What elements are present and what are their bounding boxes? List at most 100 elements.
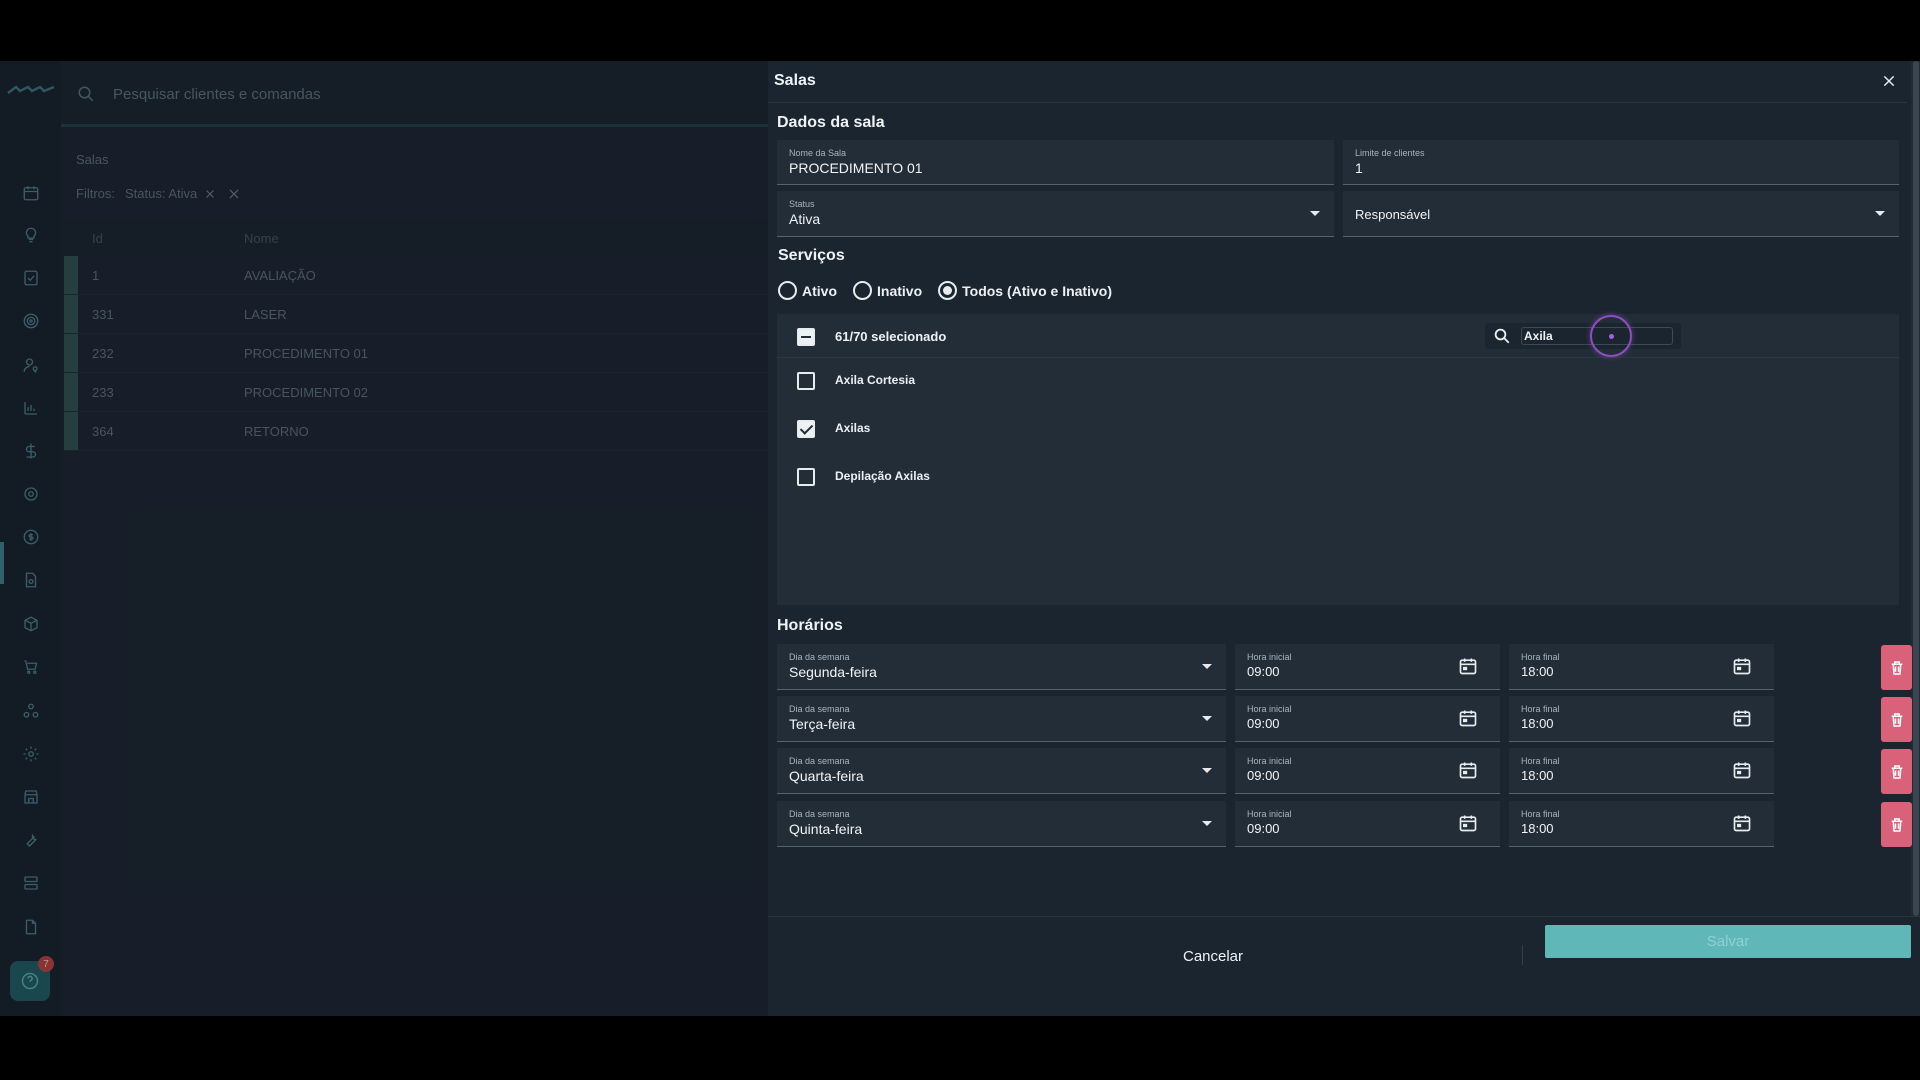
chevron-down-icon [1310,191,1320,236]
schedule-row: Dia da semana Quinta-feira Hora inicial … [777,801,1912,847]
service-item[interactable]: Axilas [777,408,1899,448]
weekday-value: Terça-feira [789,716,856,732]
radio-circle [853,281,872,300]
radio-label: Ativo [802,282,837,299]
radio-active[interactable]: Ativo [778,281,837,300]
weekday-label: Dia da semana [789,756,850,766]
client-limit-label: Limite de clientes [1355,148,1425,158]
delete-schedule-button[interactable] [1881,802,1912,847]
weekday-select[interactable]: Dia da semana Quinta-feira [777,801,1226,847]
calendar-icon[interactable] [1458,656,1478,676]
cancel-button[interactable]: Cancelar [1138,941,1288,971]
radio-inactive[interactable]: Inativo [853,281,922,300]
schedule-row: Dia da semana Terça-feira Hora inicial 0… [777,696,1912,742]
start-time-value: 09:00 [1247,821,1280,836]
select-all-checkbox[interactable] [797,328,815,346]
radio-all[interactable]: Todos (Ativo e Inativo) [938,281,1112,300]
weekday-value: Quinta-feira [789,821,863,837]
trash-icon [1891,660,1902,675]
service-checkbox-checked[interactable] [797,420,815,438]
footer-divider [1522,945,1523,965]
trash-icon [1891,712,1902,727]
chevron-down-icon [1202,696,1212,741]
status-select[interactable]: Status Ativa [777,191,1334,237]
service-checkbox[interactable] [797,372,815,390]
start-time-field[interactable]: Hora inicial 09:00 [1235,801,1500,847]
status-label: Status [789,199,815,209]
end-time-value: 18:00 [1521,821,1554,836]
radio-label: Todos (Ativo e Inativo) [962,282,1112,299]
chevron-down-icon [1202,748,1212,793]
schedule-row: Dia da semana Segunda-feira Hora inicial… [777,644,1912,690]
room-name-field[interactable]: Nome da Sala PROCEDIMENTO 01 [777,140,1334,185]
weekday-label: Dia da semana [789,704,850,714]
start-time-label: Hora inicial [1247,704,1292,714]
start-time-value: 09:00 [1247,768,1280,783]
weekday-select[interactable]: Dia da semana Quarta-feira [777,748,1226,794]
end-time-value: 18:00 [1521,664,1554,679]
start-time-field[interactable]: Hora inicial 09:00 [1235,748,1500,794]
services-list-header: 61/70 selecionado [777,314,1899,358]
section-services: Serviços [778,247,845,264]
dialog-title: Salas [774,72,816,89]
chevron-down-icon [1202,801,1212,846]
end-time-field[interactable]: Hora final 18:00 [1509,644,1774,690]
responsible-label: Responsável [1355,207,1431,222]
end-time-label: Hora final [1521,809,1560,819]
client-limit-field[interactable]: Limite de clientes 1 [1343,140,1899,185]
calendar-icon[interactable] [1458,708,1478,728]
service-checkbox[interactable] [797,468,815,486]
room-dialog: Salas Dados da sala Nome da Sala PROCEDI… [768,61,1920,1016]
service-item[interactable]: Axila Cortesia [777,360,1899,400]
section-schedules: Horários [777,617,843,634]
services-list: 61/70 selecionado Axila Cortesia Axilas … [777,314,1899,605]
search-icon [1493,327,1511,345]
service-name: Axilas [835,421,871,435]
responsible-select[interactable]: Responsável [1343,191,1899,237]
service-name: Depilação Axilas [835,469,930,483]
room-name-label: Nome da Sala [789,148,847,158]
dialog-header: Salas [768,61,1907,103]
service-item[interactable]: Depilação Axilas [777,456,1899,496]
calendar-icon[interactable] [1458,760,1478,780]
weekday-select[interactable]: Dia da semana Segunda-feira [777,644,1226,690]
start-time-value: 09:00 [1247,664,1280,679]
close-icon[interactable] [1879,71,1899,91]
cursor-dot [1609,334,1614,339]
delete-schedule-button[interactable] [1881,645,1912,690]
end-time-field[interactable]: Hora final 18:00 [1509,801,1774,847]
calendar-icon[interactable] [1732,708,1752,728]
schedule-row: Dia da semana Quarta-feira Hora inicial … [777,748,1912,794]
weekday-value: Segunda-feira [789,664,877,680]
start-time-value: 09:00 [1247,716,1280,731]
start-time-label: Hora inicial [1247,652,1292,662]
calendar-icon[interactable] [1732,813,1752,833]
letterbox-bottom [0,1016,1920,1080]
radio-circle [778,281,797,300]
start-time-field[interactable]: Hora inicial 09:00 [1235,644,1500,690]
weekday-label: Dia da semana [789,652,850,662]
room-name-value: PROCEDIMENTO 01 [789,160,923,176]
save-button[interactable]: Salvar [1545,925,1911,958]
calendar-icon[interactable] [1732,656,1752,676]
start-time-label: Hora inicial [1247,756,1292,766]
calendar-icon[interactable] [1732,760,1752,780]
calendar-icon[interactable] [1458,813,1478,833]
section-room-data: Dados da sala [777,114,885,131]
end-time-value: 18:00 [1521,768,1554,783]
end-time-field[interactable]: Hora final 18:00 [1509,748,1774,794]
selected-count: 61/70 selecionado [835,329,947,344]
service-search-box [1485,323,1681,349]
delete-schedule-button[interactable] [1881,697,1912,742]
chevron-down-icon [1875,191,1885,236]
dialog-scrollbar-thumb[interactable] [1913,61,1919,916]
chevron-down-icon [1202,644,1212,689]
end-time-field[interactable]: Hora final 18:00 [1509,696,1774,742]
radio-circle-selected [938,281,958,300]
weekday-select[interactable]: Dia da semana Terça-feira [777,696,1226,742]
start-time-field[interactable]: Hora inicial 09:00 [1235,696,1500,742]
delete-schedule-button[interactable] [1881,749,1912,794]
start-time-label: Hora inicial [1247,809,1292,819]
end-time-label: Hora final [1521,704,1560,714]
status-value: Ativa [789,211,821,227]
